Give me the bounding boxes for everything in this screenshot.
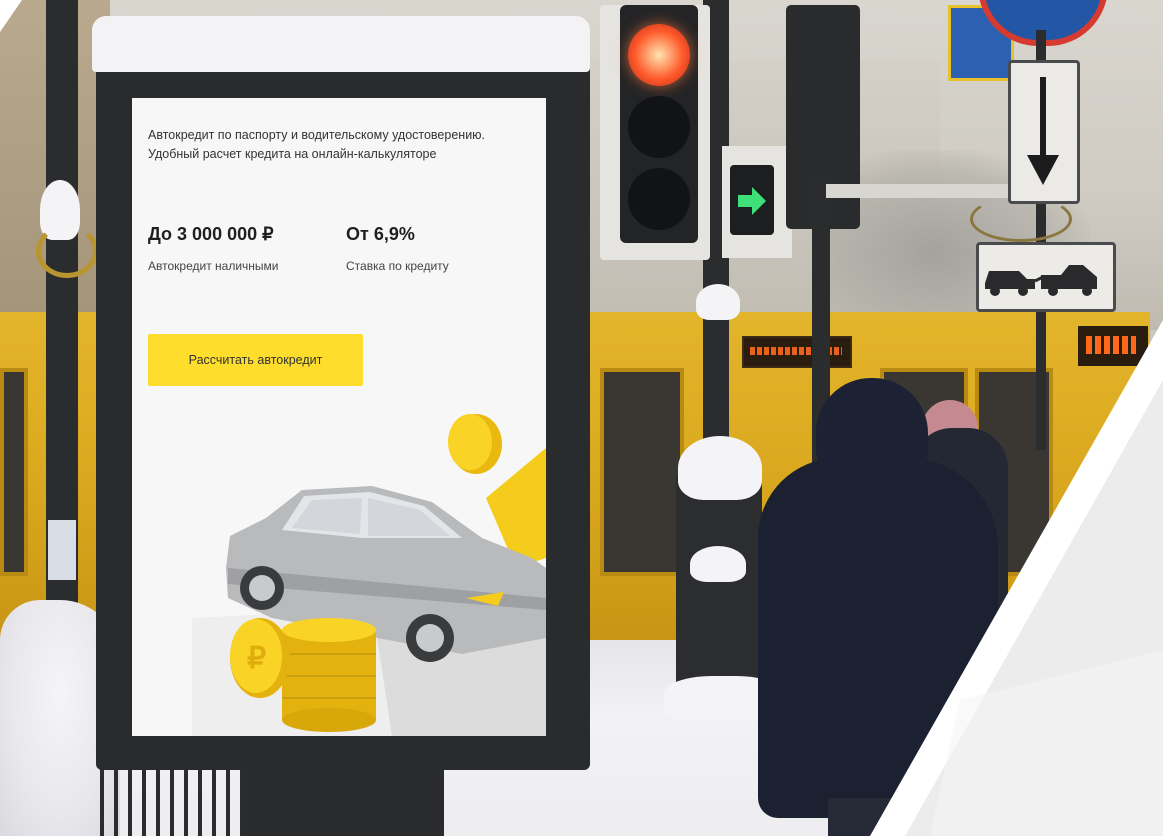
off-light-icon — [628, 168, 690, 230]
billboard-snow-cap — [92, 16, 590, 72]
svg-text:₽: ₽ — [247, 642, 266, 675]
billboard-stand — [244, 768, 444, 836]
tow-truck-icon — [976, 242, 1116, 312]
tram-number-display — [1078, 326, 1148, 366]
street-bollard — [676, 470, 762, 700]
red-light-icon — [628, 24, 690, 86]
tram-window — [600, 368, 684, 576]
crossbar — [826, 184, 1016, 198]
lamp-ornament — [36, 224, 98, 278]
down-arrow-icon — [1008, 60, 1080, 204]
pedestrian-hood — [816, 378, 928, 488]
pedestrian — [758, 378, 1008, 836]
off-light-icon — [628, 96, 690, 158]
right-arrow-icon — [730, 165, 774, 235]
car-and-coins-illustration: ₽ — [192, 414, 546, 736]
coin-icon — [448, 414, 502, 474]
street-scene: Автокредит по паспорту и водительскому у… — [0, 0, 1163, 836]
pedestrian-coat — [758, 458, 998, 818]
snow-cap — [678, 436, 762, 500]
tram-route-display — [742, 336, 852, 368]
billboard-poster: Автокредит по паспорту и водительскому у… — [132, 98, 546, 736]
snow-cap — [690, 546, 746, 582]
fence — [100, 760, 250, 836]
pedestrian-legs — [828, 798, 918, 836]
poster-on-post — [48, 520, 76, 580]
snow-cap — [696, 284, 740, 320]
tram-window — [0, 368, 28, 576]
ornament — [970, 196, 1072, 242]
